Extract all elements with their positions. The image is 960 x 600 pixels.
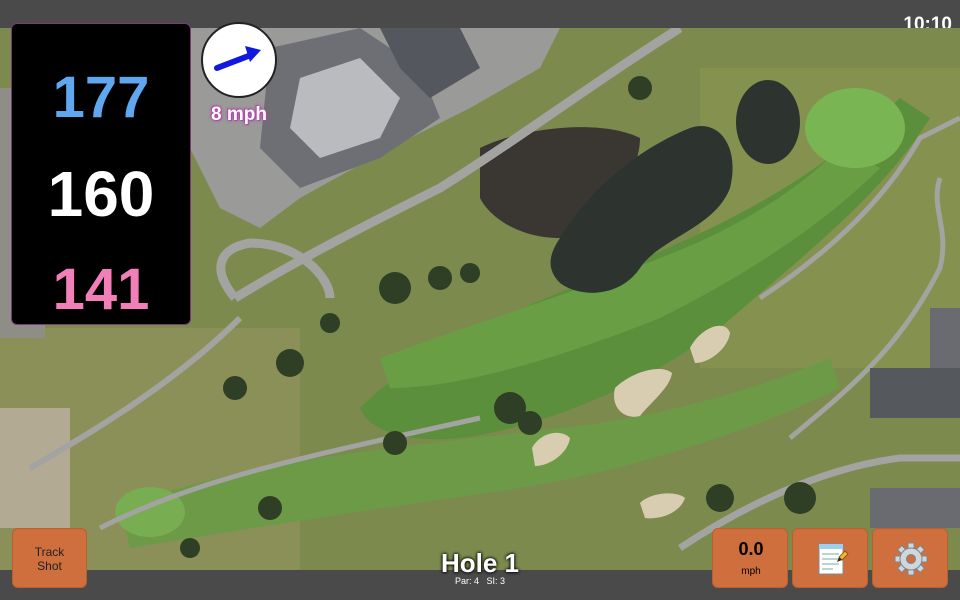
back-distance: 177 <box>52 65 150 130</box>
hole-title: Hole 1 <box>440 548 520 578</box>
notes-button[interactable] <box>792 528 868 588</box>
stroke-index-label: SI: 3 <box>486 576 506 586</box>
distance-panel: 177 160 141 <box>11 23 191 325</box>
settings-button[interactable] <box>872 528 948 588</box>
speed-unit: mph <box>741 566 761 577</box>
track-shot-button[interactable]: Track Shot <box>12 528 87 588</box>
middle-distance: 160 <box>47 158 155 230</box>
track-shot-label-line2: Shot <box>37 559 62 573</box>
speed-value: 0.0 <box>738 539 764 559</box>
hole-info: Par: 4 SI: 3 <box>380 576 580 586</box>
wind-speed-label: 8 mph <box>211 104 267 125</box>
arrow-right-icon <box>214 46 261 71</box>
front-distance: 141 <box>52 257 150 322</box>
notepad-icon <box>818 543 849 575</box>
speed-button[interactable]: 0.0 mph <box>712 528 788 588</box>
track-shot-label-line1: Track <box>34 545 65 559</box>
wind-indicator <box>201 22 277 98</box>
par-label: Par: 4 <box>454 576 479 586</box>
gear-icon <box>894 542 928 576</box>
